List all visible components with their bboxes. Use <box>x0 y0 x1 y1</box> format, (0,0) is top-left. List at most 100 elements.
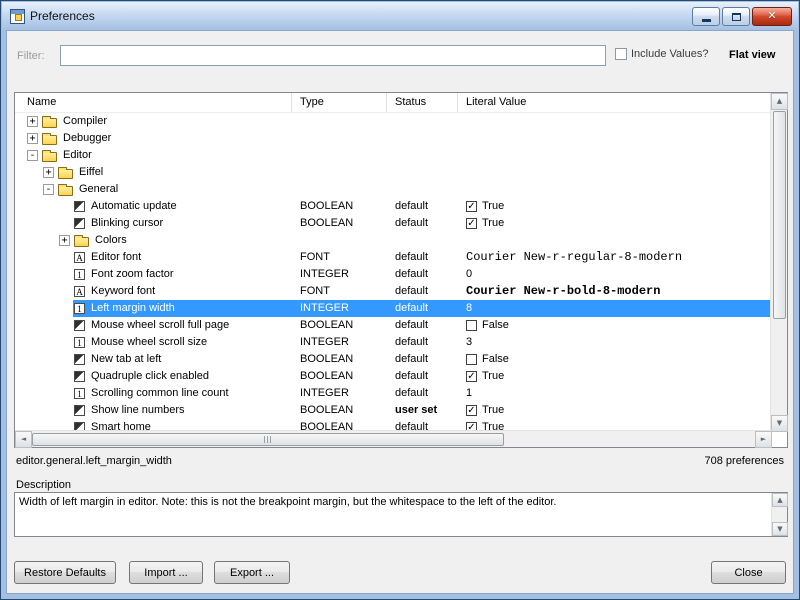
value-text: 0 <box>466 266 472 283</box>
value-text: 1 <box>466 385 472 402</box>
vertical-scrollbar-thumb[interactable] <box>773 111 786 319</box>
preference-name: Quadruple click enabled <box>90 368 209 385</box>
minimize-icon <box>702 19 711 22</box>
preference-status: default <box>387 385 458 402</box>
tree-row[interactable]: AEditor fontFONTdefaultCourier New-r-reg… <box>15 249 770 266</box>
tree-row[interactable]: New tab at leftBOOLEANdefaultFalse <box>15 351 770 368</box>
unchecked-checkbox-icon[interactable] <box>466 320 477 331</box>
window-controls: ✕ <box>692 7 792 26</box>
expand-icon[interactable]: + <box>27 116 38 127</box>
tree-row[interactable]: -General <box>15 181 770 198</box>
preference-status: default <box>387 351 458 368</box>
tree-row[interactable]: 1Left margin widthINTEGERdefault8 <box>15 300 770 317</box>
preference-value: ✓True <box>458 215 770 232</box>
column-header-name[interactable]: Name <box>15 93 292 112</box>
name-cell: AEditor font <box>15 249 292 266</box>
tree-row[interactable]: Automatic updateBOOLEANdefault✓True <box>15 198 770 215</box>
name-cell: + Compiler <box>15 113 292 130</box>
scroll-left-button[interactable]: ◄ <box>15 431 32 448</box>
description-scroll-up-button[interactable]: ▲ <box>772 493 788 507</box>
name-cell: Automatic update <box>15 198 292 215</box>
tree-row[interactable]: + Debugger <box>15 130 770 147</box>
name-cell: Mouse wheel scroll full page <box>15 317 292 334</box>
name-cell: 1Left margin width <box>15 300 292 317</box>
column-header-type[interactable]: Type <box>292 93 387 112</box>
expand-icon[interactable]: + <box>27 133 38 144</box>
name-cell: 1Font zoom factor <box>15 266 292 283</box>
tree-row[interactable]: Mouse wheel scroll full pageBOOLEANdefau… <box>15 317 770 334</box>
minimize-button[interactable] <box>692 7 720 26</box>
scroll-right-button[interactable]: ► <box>755 431 772 448</box>
description-scrollbar[interactable]: ▲ ▼ <box>771 493 787 536</box>
value-text: Courier New-r-regular-8-modern <box>466 249 682 266</box>
collapse-icon[interactable]: - <box>43 184 54 195</box>
preference-type: BOOLEAN <box>292 402 387 419</box>
name-cell: Show line numbers <box>15 402 292 419</box>
titlebar[interactable]: Preferences ✕ <box>2 2 798 30</box>
collapse-icon[interactable]: - <box>27 150 38 161</box>
tree-row[interactable]: -Editor <box>15 147 770 164</box>
boolean-icon <box>74 218 85 229</box>
expand-icon[interactable]: + <box>59 235 70 246</box>
tree-row[interactable]: +Colors <box>15 232 770 249</box>
checked-checkbox-icon[interactable]: ✓ <box>466 218 477 229</box>
include-values-checkbox[interactable] <box>615 48 627 60</box>
checked-checkbox-icon[interactable]: ✓ <box>466 422 477 430</box>
maximize-icon <box>732 13 741 21</box>
preferences-window: Preferences ✕ Filter: Include Values? Fl… <box>0 0 800 600</box>
maximize-button[interactable] <box>722 7 750 26</box>
dialog-body: Filter: Include Values? Flat view Name T… <box>6 30 794 594</box>
tree-row[interactable]: Blinking cursorBOOLEANdefault✓True <box>15 215 770 232</box>
tree-row[interactable]: Show line numbersBOOLEANuser set✓True <box>15 402 770 419</box>
preference-name: Compiler <box>62 113 107 130</box>
close-dialog-button[interactable]: Close <box>711 561 786 584</box>
preference-value: Courier New-r-regular-8-modern <box>458 249 770 266</box>
tree-row[interactable]: 1Font zoom factorINTEGERdefault0 <box>15 266 770 283</box>
description-scroll-down-button[interactable]: ▼ <box>772 522 788 536</box>
preference-value: 8 <box>458 300 770 317</box>
checked-checkbox-icon[interactable]: ✓ <box>466 405 477 416</box>
preference-name: Automatic update <box>90 198 177 215</box>
preference-type: INTEGER <box>292 266 387 283</box>
tree-row[interactable]: + Compiler <box>15 113 770 130</box>
restore-defaults-button[interactable]: Restore Defaults <box>14 561 116 584</box>
tree-row[interactable]: 1Scrolling common line countINTEGERdefau… <box>15 385 770 402</box>
left-arrow-icon: ◄ <box>21 436 26 443</box>
preference-status: default <box>387 215 458 232</box>
scroll-down-button[interactable]: ▼ <box>771 415 788 432</box>
scroll-up-button[interactable]: ▲ <box>771 93 788 110</box>
tree-row[interactable]: +Eiffel <box>15 164 770 181</box>
preference-name: Smart home <box>90 419 151 430</box>
thumb-grip-icon <box>264 436 273 443</box>
boolean-icon <box>74 354 85 365</box>
tree-row[interactable]: Quadruple click enabledBOOLEANdefault✓Tr… <box>15 368 770 385</box>
preference-status: default <box>387 368 458 385</box>
name-cell: Smart home <box>15 419 292 430</box>
horizontal-scrollbar[interactable]: ◄ ► <box>15 430 772 447</box>
checked-checkbox-icon[interactable]: ✓ <box>466 201 477 212</box>
filter-input[interactable] <box>60 45 606 66</box>
preference-name: Mouse wheel scroll full page <box>90 317 229 334</box>
flat-view-button[interactable]: Flat view <box>729 49 775 61</box>
column-header-status[interactable]: Status <box>387 93 458 112</box>
import-button[interactable]: Import ... <box>129 561 203 584</box>
include-values-label: Include Values? <box>631 48 708 60</box>
tree-row[interactable]: 1Mouse wheel scroll sizeINTEGERdefault3 <box>15 334 770 351</box>
export-button[interactable]: Export ... <box>214 561 290 584</box>
name-cell: +Colors <box>15 232 292 249</box>
preference-name: Debugger <box>62 130 111 147</box>
expand-icon[interactable]: + <box>43 167 54 178</box>
preference-type: INTEGER <box>292 300 387 317</box>
checked-checkbox-icon[interactable]: ✓ <box>466 371 477 382</box>
tree-row[interactable]: AKeyword fontFONTdefaultCourier New-r-bo… <box>15 283 770 300</box>
horizontal-scrollbar-thumb[interactable] <box>32 433 504 446</box>
preference-status: default <box>387 419 458 430</box>
column-header-literal-value[interactable]: Literal Value <box>458 93 770 112</box>
close-window-button[interactable]: ✕ <box>752 7 792 26</box>
vertical-scrollbar[interactable]: ▲ ▼ <box>770 93 787 432</box>
preference-value: ✓True <box>458 402 770 419</box>
preference-type: BOOLEAN <box>292 419 387 430</box>
unchecked-checkbox-icon[interactable] <box>466 354 477 365</box>
tree-row[interactable]: Smart homeBOOLEANdefault✓True <box>15 419 770 430</box>
close-icon: ✕ <box>767 11 776 22</box>
